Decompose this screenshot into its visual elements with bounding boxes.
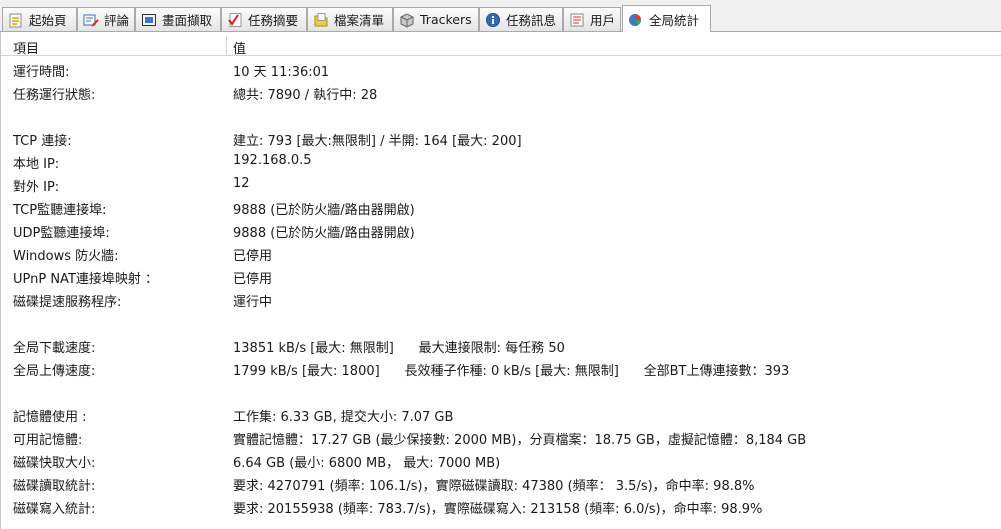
checklist-icon (227, 12, 243, 28)
list-row[interactable] (1, 311, 1001, 334)
list-row[interactable]: Windows 防火牆: 已停用 (1, 242, 1001, 265)
row-label: TCP監聽連接埠: (13, 203, 107, 218)
comments-icon (83, 12, 99, 28)
list-row[interactable]: 任務運行狀態: 總共: 7890 / 執行中: 28 (1, 81, 1001, 104)
row-label: 磁碟提速服務程序: (13, 295, 122, 310)
tab-screenshot[interactable]: 畫面擷取 (135, 7, 221, 31)
statistics-panel: 項目 值 運行時間: 10 天 11:36:01 任務運行狀態: 總共: 7890 /… (0, 32, 1001, 529)
row-label: 記憶體使用 : (13, 410, 87, 425)
list-row[interactable]: 全局上傳速度: 1799 kB/s [最大: 1800] 長效種子作種: 0 kB… (1, 357, 1001, 380)
start-page-icon (8, 12, 24, 28)
row-value: 192.168.0.5 (233, 153, 312, 168)
row-label: 運行時間: (13, 65, 70, 80)
list-row[interactable]: 對外 IP: 12 (1, 173, 1001, 196)
list-row[interactable]: 磁碟寫入統計: 要求: 20155938 (頻率: 783.7/s)，實際磁碟寫入… (1, 495, 1001, 518)
row-value: 運行中 (233, 295, 273, 310)
users-icon (569, 12, 585, 28)
tab-label: 評論 (104, 13, 130, 28)
tab-label: 檔案清單 (334, 13, 385, 28)
row-label: 全局下載速度: (13, 341, 96, 356)
list-row[interactable]: UDP監聽連接埠: 9888 (已於防火牆/路由器開啟) (1, 219, 1001, 242)
statistics-icon (628, 11, 644, 27)
row-value: 10 天 11:36:01 (233, 65, 330, 80)
tab-start-page[interactable]: 起始頁 (2, 7, 77, 31)
screenshot-icon (141, 12, 157, 28)
row-value: 13851 kB/s [最大: 無限制] 最大連接限制: 每任務 50 (233, 341, 565, 356)
row-value: 要求: 4270791 (頻率: 106.1/s)，實際磁碟讀取: 47380 … (233, 479, 755, 494)
row-value: 工作集: 6.33 GB, 提交大小: 7.07 GB (233, 410, 454, 425)
list-row[interactable] (1, 104, 1001, 127)
tab-users[interactable]: 用戶 (563, 7, 621, 31)
row-label: 對外 IP: (13, 180, 60, 195)
row-label: 可用記憶體: (13, 433, 83, 448)
row-value: 1799 kB/s [最大: 1800] 長效種子作種: 0 kB/s [最大:… (233, 364, 790, 379)
list-row[interactable]: 本地 IP: 192.168.0.5 (1, 150, 1001, 173)
row-value: 建立: 793 [最大:無限制] / 半開: 164 [最大: 200] (233, 134, 522, 149)
trackers-icon (399, 12, 415, 28)
column-header-item[interactable]: 項目 (13, 38, 39, 57)
row-label: UPnP NAT連接埠映射 ： (13, 272, 159, 287)
tab-label: 畫面擷取 (162, 13, 213, 28)
row-value: 已停用 (233, 249, 273, 264)
row-label: TCP 連接: (13, 134, 72, 149)
tab-label: 起始頁 (29, 13, 67, 28)
row-label: 全局上傳速度: (13, 364, 96, 379)
list-row[interactable]: 磁碟提速服務程序: 運行中 (1, 288, 1001, 311)
list-row[interactable]: TCP 連接: 建立: 793 [最大:無限制] / 半開: 164 [最大: 2… (1, 127, 1001, 150)
file-list-icon (313, 12, 329, 28)
tab-global-statistics[interactable]: 全局統計 (622, 5, 711, 32)
column-divider[interactable] (226, 36, 227, 55)
row-value: 9888 (已於防火牆/路由器開啟) (233, 226, 415, 241)
list-row[interactable]: UPnP NAT連接埠映射 ： 已停用 (1, 265, 1001, 288)
row-label: UDP監聽連接埠: (13, 226, 110, 241)
row-label: 任務運行狀態: (13, 88, 96, 103)
tab-task-info[interactable]: 任務訊息 (479, 7, 563, 31)
tab-file-list[interactable]: 檔案清單 (307, 7, 393, 31)
list-row[interactable]: 可用記憶體: 實體記憶體：17.27 GB (最少保接數: 2000 MB)，分頁… (1, 426, 1001, 449)
tab-label: Trackers (420, 12, 472, 27)
row-value: 6.64 GB (最小: 6800 MB， 最大: 7000 MB) (233, 456, 501, 471)
list-header: 項目 值 (1, 36, 1001, 57)
row-value: 實體記憶體：17.27 GB (最少保接數: 2000 MB)，分頁檔案：18.… (233, 433, 807, 448)
tab-bar: 起始頁 評論 畫面擷取 任務摘要 檔案清單 Trackers 任務訊息 用戶 全… (0, 0, 1001, 32)
tab-trackers[interactable]: Trackers (393, 7, 479, 31)
row-label: 磁碟讀取統計: (13, 479, 96, 494)
row-value: 9888 (已於防火牆/路由器開啟) (233, 203, 415, 218)
list-row[interactable]: 全局下載速度: 13851 kB/s [最大: 無限制] 最大連接限制: 每任務 … (1, 334, 1001, 357)
info-icon (485, 12, 501, 28)
tab-comments[interactable]: 評論 (77, 7, 135, 31)
tab-label: 任務訊息 (506, 13, 557, 28)
column-header-value[interactable]: 值 (233, 38, 246, 57)
list-row[interactable] (1, 380, 1001, 403)
tab-label: 全局統計 (649, 12, 700, 28)
row-value: 12 (233, 176, 250, 191)
list-row[interactable]: TCP監聽連接埠: 9888 (已於防火牆/路由器開啟) (1, 196, 1001, 219)
list-row[interactable]: 磁碟快取大小: 6.64 GB (最小: 6800 MB， 最大: 7000 MB… (1, 449, 1001, 472)
list-row[interactable]: 記憶體使用 : 工作集: 6.33 GB, 提交大小: 7.07 GB (1, 403, 1001, 426)
row-value: 要求: 20155938 (頻率: 783.7/s)，實際磁碟寫入: 21315… (233, 502, 763, 517)
row-label: 磁碟快取大小: (13, 456, 96, 471)
tab-task-summary[interactable]: 任務摘要 (221, 7, 307, 31)
row-label: Windows 防火牆: (13, 249, 119, 264)
row-label: 本地 IP: (13, 157, 60, 172)
list-row[interactable]: 磁碟讀取統計: 要求: 4270791 (頻率: 106.1/s)，實際磁碟讀取:… (1, 472, 1001, 495)
tab-label: 用戶 (590, 13, 616, 28)
row-label: 磁碟寫入統計: (13, 502, 96, 517)
row-value: 總共: 7890 / 執行中: 28 (233, 88, 378, 103)
row-value: 已停用 (233, 272, 273, 287)
list-row[interactable]: 運行時間: 10 天 11:36:01 (1, 58, 1001, 81)
tab-label: 任務摘要 (248, 13, 299, 28)
